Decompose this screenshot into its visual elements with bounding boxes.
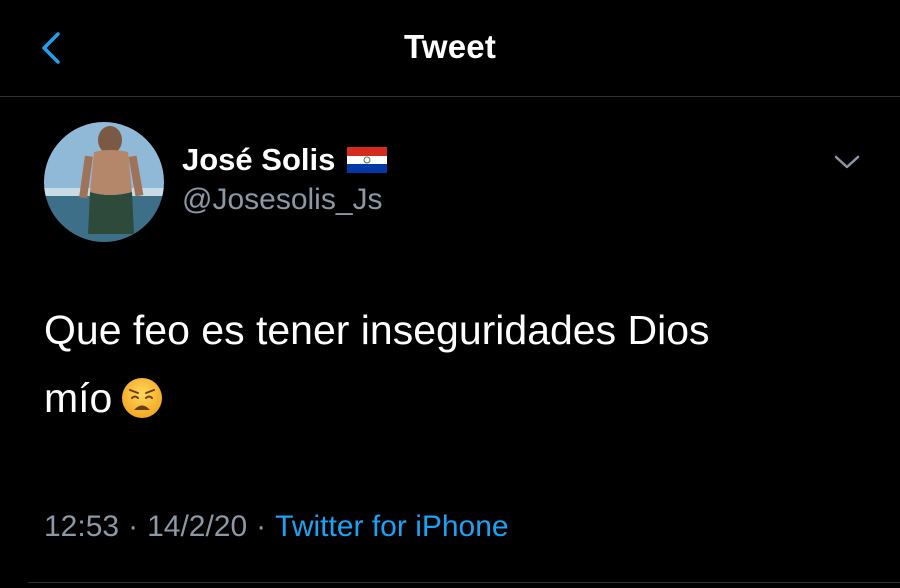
chevron-down-icon — [834, 155, 860, 169]
divider — [28, 582, 900, 583]
author-display-name[interactable]: José Solis — [182, 142, 335, 178]
tweet-source-link[interactable]: Twitter for iPhone — [275, 510, 508, 543]
top-bar: Tweet — [0, 0, 900, 97]
tweet-text-line-1: Que feo es tener inseguridades Dios — [44, 307, 710, 353]
paraguay-flag-icon — [347, 147, 388, 173]
avatar[interactable] — [44, 122, 164, 242]
tweet-body: Que feo es tener inseguridades Dios mío — [44, 296, 844, 432]
tweet-options-button[interactable] — [830, 150, 864, 174]
meta-separator: · — [128, 510, 139, 543]
weary-face-icon — [122, 378, 163, 418]
tweet-date: 14/2/20 — [147, 510, 248, 543]
author-name-row: José Solis — [182, 140, 388, 180]
tweet-time: 12:53 — [44, 510, 120, 543]
tweet-text-line-2: mío — [44, 364, 844, 432]
tweet-meta: 12:53 · 14/2/20 · Twitter for iPhone — [44, 510, 509, 544]
tweet-text-line-2-text: mío — [44, 375, 113, 421]
page-title: Tweet — [403, 28, 497, 65]
meta-separator: · — [256, 510, 267, 543]
author-handle[interactable]: @Josesolis_Js — [182, 183, 383, 217]
